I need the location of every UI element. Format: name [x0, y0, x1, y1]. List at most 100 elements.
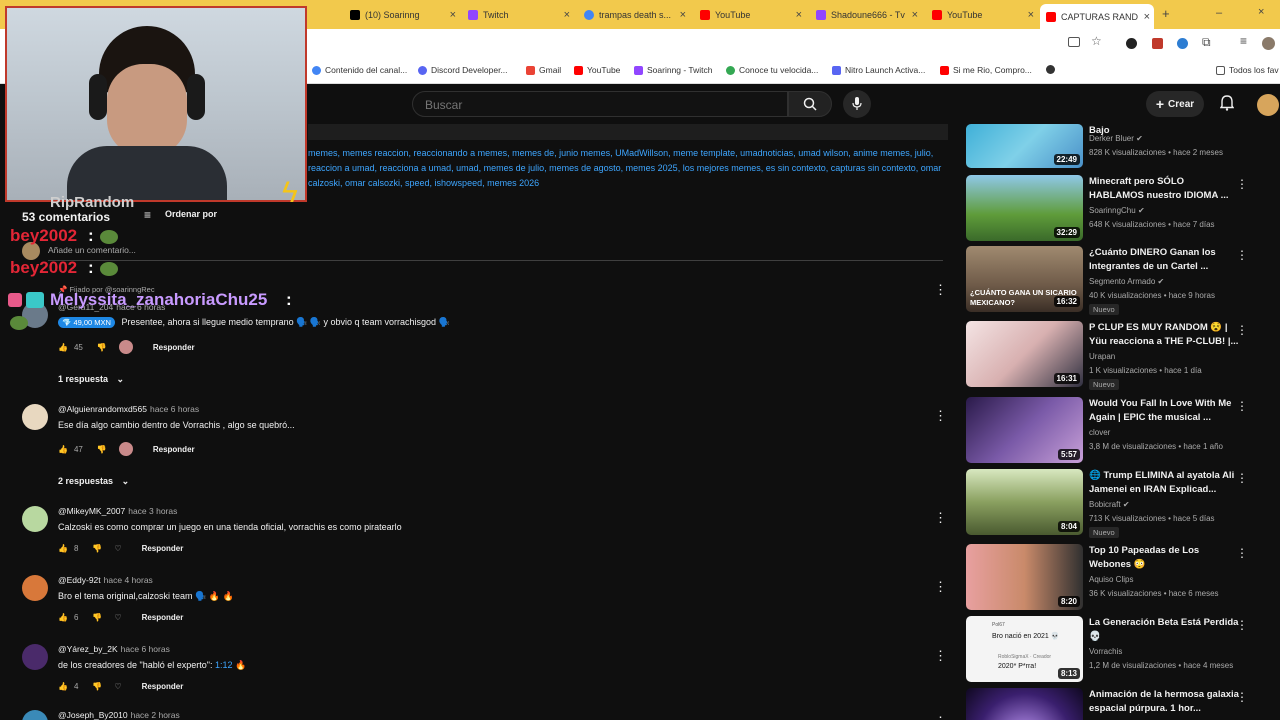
- video-thumbnail[interactable]: 8:20: [966, 544, 1083, 610]
- like-icon[interactable]: 👍: [58, 613, 68, 622]
- sort-button[interactable]: Ordenar por: [165, 209, 217, 219]
- channel-name[interactable]: SoarinngChu ✔: [1089, 206, 1145, 215]
- related-video[interactable]: 22:49 Bajo Derker Bluer ✔ 828 K visualiz…: [966, 124, 1266, 168]
- comment-time[interactable]: hace 6 horas: [150, 404, 199, 414]
- related-video[interactable]: Pol67 Bro nació en 2021 💀 RobloSigmaX · …: [966, 616, 1266, 682]
- video-title[interactable]: 🌐 Trump ELIMINA al ayatola Ali Jamenei e…: [1089, 469, 1239, 497]
- heart-icon[interactable]: ♡: [114, 613, 121, 622]
- bookmark-item[interactable]: Conoce tu velocida...: [726, 65, 818, 75]
- profile-avatar[interactable]: [1262, 37, 1275, 50]
- puzzle-icon[interactable]: ⧉: [1202, 35, 1211, 50]
- tab-capturas-active[interactable]: CAPTURAS RAND ×: [1040, 4, 1154, 29]
- comment-author[interactable]: @Eddy-92t: [58, 575, 101, 585]
- comment-time[interactable]: hace 6 horas: [121, 644, 170, 654]
- close-window-button[interactable]: ×: [1258, 6, 1264, 18]
- like-icon[interactable]: 👍: [58, 445, 68, 454]
- tab-soarinng[interactable]: (10) Soarinng ×: [344, 4, 460, 26]
- more-options-icon[interactable]: ⋮: [934, 579, 947, 595]
- reply-button[interactable]: Responder: [142, 682, 184, 691]
- tab-google[interactable]: trampas death s... ×: [578, 4, 690, 26]
- video-title[interactable]: Minecraft pero SÓLO HABLAMOS nuestro IDI…: [1089, 175, 1239, 203]
- bookmark-item[interactable]: Si me Rio, Compro...: [940, 65, 1032, 75]
- video-thumbnail[interactable]: [966, 688, 1083, 720]
- search-input[interactable]: [413, 92, 787, 118]
- video-thumbnail[interactable]: 32:29: [966, 175, 1083, 241]
- tab-youtube-2[interactable]: YouTube ×: [926, 4, 1038, 26]
- dislike-icon[interactable]: 👎: [92, 544, 102, 553]
- more-options-icon[interactable]: ⋮: [1236, 471, 1248, 485]
- close-icon[interactable]: ×: [912, 9, 918, 21]
- more-options-icon[interactable]: ⋮: [1236, 546, 1248, 560]
- replies-toggle[interactable]: 1 respuesta ⌄: [58, 374, 124, 385]
- related-video[interactable]: ¿CUÁNTO GANA UN SICARIO MEXICANO? 16:32 …: [966, 246, 1266, 315]
- comment-author[interactable]: @MikeyMK_2007: [58, 506, 125, 516]
- reply-button[interactable]: Responder: [142, 544, 184, 553]
- avatar[interactable]: [22, 506, 48, 532]
- dislike-icon[interactable]: 👎: [92, 682, 102, 691]
- more-options-icon[interactable]: ⋮: [934, 510, 947, 526]
- dislike-icon[interactable]: 👎: [97, 445, 107, 454]
- more-options-icon[interactable]: ⋮: [1236, 177, 1248, 191]
- avatar[interactable]: [22, 404, 48, 430]
- comment-author[interactable]: @Alguienrandomxd565: [58, 404, 147, 414]
- close-icon[interactable]: ×: [1144, 11, 1150, 23]
- close-icon[interactable]: ×: [564, 9, 570, 21]
- avatar[interactable]: [1257, 94, 1279, 116]
- video-title[interactable]: La Generación Beta Está Perdida 💀: [1089, 616, 1239, 644]
- video-thumbnail[interactable]: 5:57: [966, 397, 1083, 463]
- channel-name[interactable]: Urapan: [1089, 352, 1115, 361]
- reply-button[interactable]: Responder: [153, 343, 195, 352]
- related-video[interactable]: Animación de la hermosa galaxia espacial…: [966, 688, 1266, 720]
- bookmark-item[interactable]: Discord Developer...: [418, 65, 508, 75]
- channel-name[interactable]: Bobicraft ✔: [1089, 500, 1130, 509]
- dislike-icon[interactable]: 👎: [97, 343, 107, 352]
- channel-name[interactable]: Segmento Armado ✔: [1089, 277, 1164, 286]
- more-options-icon[interactable]: ⋮: [1236, 690, 1248, 704]
- sort-icon[interactable]: ≡: [144, 208, 151, 222]
- channel-name[interactable]: clover: [1089, 428, 1110, 437]
- more-options-icon[interactable]: ⋮: [934, 282, 947, 298]
- bookmark-item[interactable]: Soarinng - Twitch: [634, 65, 713, 75]
- comment-time[interactable]: hace 2 horas: [131, 710, 180, 720]
- voice-search-button[interactable]: [843, 90, 871, 118]
- video-thumbnail[interactable]: 8:04: [966, 469, 1083, 535]
- related-video[interactable]: 16:31 P CLUP ES MUY RANDOM 😵 | Yüu reacc…: [966, 321, 1266, 390]
- avatar[interactable]: [22, 575, 48, 601]
- reply-button[interactable]: Responder: [142, 613, 184, 622]
- related-video[interactable]: 8:20 Top 10 Papeadas de Los Webones 😳 Aq…: [966, 544, 1266, 610]
- video-title[interactable]: P CLUP ES MUY RANDOM 😵 | Yüu reacciona a…: [1089, 321, 1239, 349]
- more-options-icon[interactable]: ⋮: [934, 648, 947, 664]
- dislike-icon[interactable]: 👎: [92, 613, 102, 622]
- bookmark-item[interactable]: Contenido del canal...: [312, 65, 407, 75]
- like-icon[interactable]: 👍: [58, 343, 68, 352]
- video-title[interactable]: Animación de la hermosa galaxia espacial…: [1089, 688, 1239, 716]
- avatar[interactable]: [22, 644, 48, 670]
- star-icon[interactable]: ☆: [1091, 34, 1102, 48]
- related-video[interactable]: 5:57 Would You Fall In Love With Me Agai…: [966, 397, 1266, 463]
- tab-shadoune[interactable]: Shadoune666 - Tv ×: [810, 4, 922, 26]
- more-options-icon[interactable]: ⋮: [1236, 248, 1248, 262]
- replies-toggle[interactable]: 2 respuestas ⌄: [58, 476, 129, 487]
- video-title[interactable]: Would You Fall In Love With Me Again | E…: [1089, 397, 1239, 425]
- more-options-icon[interactable]: ⋮: [1236, 618, 1248, 632]
- comment-author[interactable]: @Joseph_By2010: [58, 710, 128, 720]
- heart-icon[interactable]: ♡: [114, 544, 121, 553]
- bell-icon[interactable]: [1219, 95, 1235, 111]
- close-icon[interactable]: ×: [680, 9, 686, 21]
- new-tab-button[interactable]: +: [1162, 6, 1170, 21]
- video-tags[interactable]: memes, memes reaccion, reaccionando a me…: [308, 146, 958, 191]
- like-icon[interactable]: 👍: [58, 544, 68, 553]
- close-icon[interactable]: ×: [1028, 9, 1034, 21]
- extension-icon[interactable]: [1126, 38, 1137, 49]
- minimize-button[interactable]: –: [1216, 7, 1222, 19]
- heart-icon[interactable]: ♡: [114, 682, 121, 691]
- video-title[interactable]: Top 10 Papeadas de Los Webones 😳: [1089, 544, 1239, 572]
- reply-button[interactable]: Responder: [153, 445, 195, 454]
- avatar[interactable]: [22, 710, 48, 720]
- comment-time[interactable]: hace 3 horas: [128, 506, 177, 516]
- more-options-icon[interactable]: ⋮: [1236, 323, 1248, 337]
- more-options-icon[interactable]: ⋮: [934, 714, 947, 720]
- channel-name[interactable]: Derker Bluer ✔: [1089, 134, 1143, 143]
- channel-name[interactable]: Aquiso Clips: [1089, 575, 1133, 584]
- timestamp-link[interactable]: 1:12: [215, 660, 233, 670]
